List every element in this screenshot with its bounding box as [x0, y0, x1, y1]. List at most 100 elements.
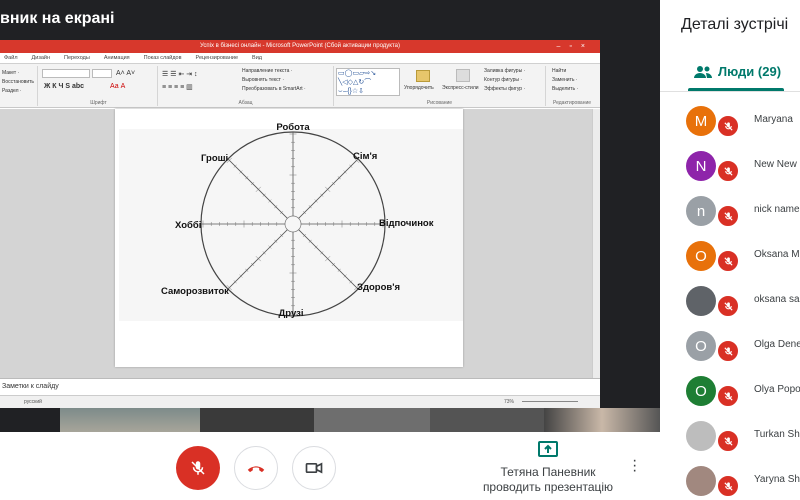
group-label-editing: Редактирование	[552, 100, 592, 106]
ribbon-group-paragraph: ☰ ☰ ⇤ ⇥ ↕ ≡ ≡ ≡ ≡ ▥ Направление текста ·…	[158, 66, 334, 106]
video-tile-4[interactable]	[430, 408, 544, 432]
paragraph-align-buttons[interactable]: ≡ ≡ ≡ ≡ ▥	[162, 83, 193, 91]
ppt-tab-animation[interactable]: Анимация	[104, 55, 130, 61]
ribbon-align-text[interactable]: Выровнять текст ·	[242, 77, 284, 83]
group-label-paragraph: Абзац	[238, 100, 253, 106]
ppt-tab-design[interactable]: Дизайн	[32, 55, 51, 61]
label-health: Здоров'я	[357, 282, 400, 293]
mic-off-icon	[723, 391, 733, 401]
ribbon-group-drawing: ▭◯▭▱⇨↘ ╲◁◇△↻⌒ ⌣⌢{}☆⇩ Упорядочить Экспресс-…	[334, 66, 546, 106]
ppt-tab-view[interactable]: Вид	[252, 55, 262, 61]
participant-name: Oksana M	[754, 249, 800, 260]
mic-off-icon	[191, 461, 205, 475]
ribbon-select[interactable]: Выделить ·	[552, 86, 578, 92]
tab-people[interactable]: Люди (29)	[694, 64, 781, 79]
ribbon-section[interactable]: Раздел ·	[2, 88, 22, 94]
label-family: Сім'я	[353, 151, 377, 162]
paragraph-list-buttons[interactable]: ☰ ☰ ⇤ ⇥ ↕	[162, 70, 198, 78]
ppt-tab-slideshow[interactable]: Показ слайдов	[144, 55, 182, 61]
quick-styles-icon	[456, 69, 470, 82]
panel-title: Деталі зустрічі	[681, 16, 789, 33]
avatar: O	[686, 376, 716, 406]
font-grow-shrink[interactable]: A˄ A˅	[116, 70, 135, 77]
ribbon-fill[interactable]: Заливка фигуры ·	[484, 68, 525, 74]
font-size-box[interactable]	[92, 69, 112, 78]
participant-name: Olga Dene	[754, 339, 800, 350]
arrange-icon	[416, 70, 430, 82]
participant-name: nick name	[754, 204, 800, 215]
muted-mic-indicator	[716, 474, 740, 498]
slide-canvas: Робота Сім'я Відпочинок Здоров'я Друзі С…	[115, 109, 471, 367]
presenter-name: Тетяна Паневник	[500, 465, 596, 479]
participant-row[interactable]: O Olya Popo	[660, 370, 800, 410]
participant-name: Maryana	[754, 114, 793, 125]
ribbon-replace[interactable]: Заменить ·	[552, 77, 578, 83]
label-hobby: Хоббі	[175, 220, 201, 231]
meeting-title: вник на екрані	[0, 10, 115, 27]
meeting-control-bar: Тетяна Паневник проводить презентацію · ·…	[0, 432, 660, 500]
ribbon-quick-styles[interactable]: Экспресс-стили	[442, 85, 479, 91]
video-tile-2[interactable]	[200, 408, 314, 432]
ribbon-arrange[interactable]: Упорядочить	[404, 85, 434, 91]
participant-row[interactable]: oksana sa	[660, 280, 800, 320]
font-name-box[interactable]	[42, 69, 90, 78]
ribbon-macet[interactable]: Макет ·	[2, 70, 19, 76]
more-options-icon[interactable]: · · ·	[632, 453, 638, 479]
muted-mic-indicator	[716, 249, 740, 273]
ppt-tab-transitions[interactable]: Переходы	[64, 55, 90, 61]
ppt-tab-review[interactable]: Рецензирование	[196, 55, 238, 61]
people-icon	[694, 65, 712, 78]
shapes-gallery[interactable]: ▭◯▭▱⇨↘ ╲◁◇△↻⌒ ⌣⌢{}☆⇩	[336, 68, 400, 96]
ribbon-find[interactable]: Найти	[552, 68, 566, 74]
participant-video-strip	[0, 408, 660, 432]
ppt-window-title: Успіх в бізнесі онлайн - Microsoft Power…	[199, 43, 401, 49]
ppt-ribbon: Макет · Восстановить Раздел · A˄ A˅ Ж К …	[0, 64, 600, 108]
participant-row[interactable]: Yaryna Sh	[660, 460, 800, 500]
video-tile-5[interactable]	[544, 408, 660, 432]
label-friends: Друзі	[279, 308, 304, 319]
leave-call-button[interactable]	[234, 446, 278, 490]
participant-row[interactable]: Turkan Sh	[660, 415, 800, 455]
ppt-tab-file[interactable]: Файл	[4, 55, 18, 61]
muted-mic-indicator	[716, 159, 740, 183]
video-tile-1[interactable]	[60, 408, 200, 432]
font-color-buttons[interactable]: Аа A	[110, 83, 125, 90]
ribbon-effects[interactable]: Эффекты фигур ·	[484, 86, 525, 92]
participant-row[interactable]: N New New	[660, 145, 800, 185]
participant-row[interactable]: O Oksana M	[660, 235, 800, 275]
wheel-of-life-diagram: Робота Сім'я Відпочинок Здоров'я Друзі С…	[119, 122, 471, 321]
avatar	[686, 421, 716, 451]
zoom-slider[interactable]	[522, 401, 578, 402]
camera-toggle-button[interactable]	[292, 446, 336, 490]
ppt-titlebar: Успіх в бізнесі онлайн - Microsoft Power…	[0, 40, 600, 53]
avatar: O	[686, 241, 716, 271]
ppt-window-controls[interactable]: –▫×	[557, 40, 594, 53]
people-tab-label: Люди (29)	[718, 64, 782, 79]
participant-row[interactable]: n nick name	[660, 190, 800, 230]
participant-row[interactable]: M Maryana	[660, 100, 800, 140]
mic-toggle-button[interactable]	[176, 446, 220, 490]
ppt-vertical-scrollbar[interactable]	[592, 109, 600, 378]
status-language: русский	[24, 399, 42, 405]
ribbon-smartart[interactable]: Преобразовать в SmartArt ·	[242, 86, 306, 92]
muted-mic-indicator	[716, 204, 740, 228]
muted-mic-indicator	[716, 339, 740, 363]
font-format-buttons[interactable]: Ж К Ч S abc	[44, 83, 84, 90]
mic-off-icon	[723, 481, 733, 491]
status-zoom[interactable]: 73%	[504, 396, 514, 408]
participant-row[interactable]: O Olga Dene	[660, 325, 800, 365]
muted-mic-indicator	[716, 429, 740, 453]
ribbon-text-direction[interactable]: Направление текста ·	[242, 68, 292, 74]
ppt-ribbon-tabs: Файл Дизайн Переходы Анимация Показ слай…	[0, 53, 600, 64]
participant-name: New New	[754, 159, 797, 170]
video-tile-3[interactable]	[314, 408, 430, 432]
ppt-notes-pane[interactable]: Заметки к слайду	[0, 378, 600, 395]
ppt-status-bar: русский 73%	[0, 395, 600, 408]
present-screen-icon[interactable]	[538, 441, 558, 459]
group-label-font: Шрифт	[90, 100, 107, 106]
ribbon-group-font: A˄ A˅ Ж К Ч S abc Аа A Шрифт	[40, 66, 158, 106]
ribbon-restore[interactable]: Восстановить	[2, 79, 34, 85]
ribbon-outline[interactable]: Контур фигуры ·	[484, 77, 522, 83]
participant-name: Olya Popo	[754, 384, 800, 395]
avatar: N	[686, 151, 716, 181]
